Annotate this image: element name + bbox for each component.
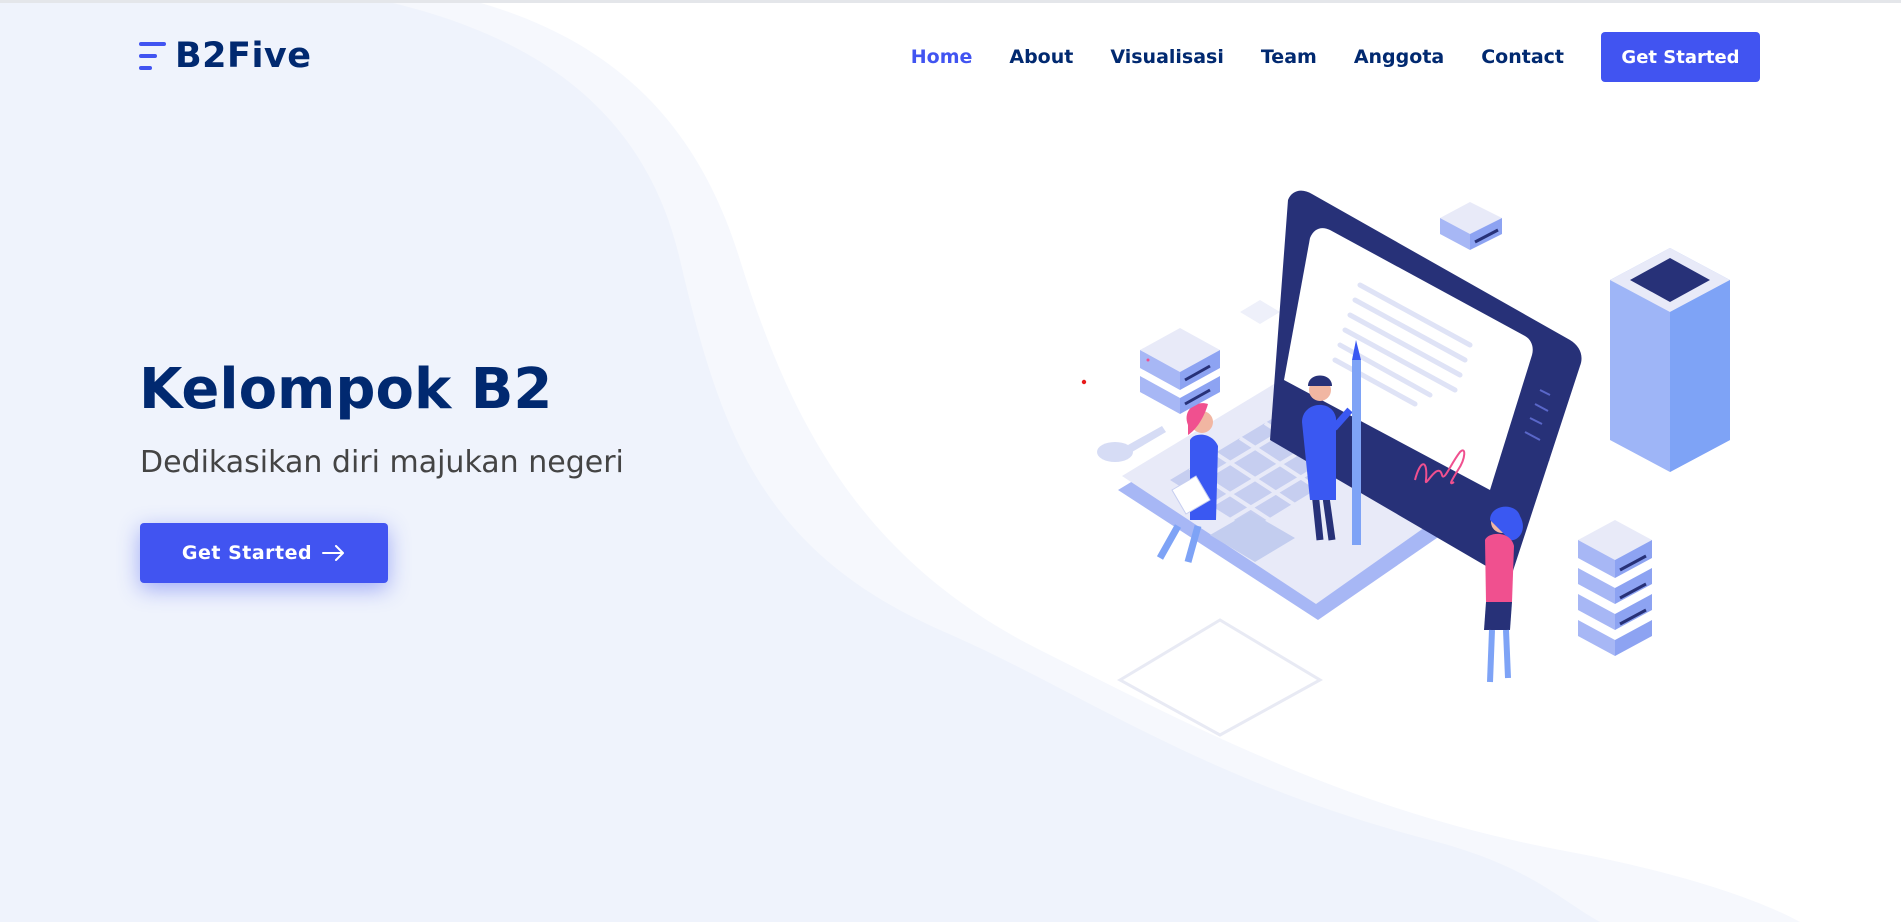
site-header: B2Five Home About Visualisasi Team Anggo… <box>0 3 1901 109</box>
top-border <box>0 0 1901 3</box>
hero-subtitle: Dedikasikan diri majukan negeri <box>140 445 624 480</box>
main-nav: Home About Visualisasi Team Anggota Cont… <box>911 31 1760 83</box>
hero-illustration <box>1081 190 1730 737</box>
server-stack-right <box>1578 520 1652 656</box>
nav-link-visualisasi[interactable]: Visualisasi <box>1110 46 1224 68</box>
nav-link-team[interactable]: Team <box>1261 46 1317 68</box>
red-dot <box>1081 379 1087 385</box>
arrow-right-icon <box>322 545 345 561</box>
giant-pencil <box>1352 340 1361 545</box>
hero-button-label: Get Started <box>181 542 313 564</box>
server-stack-left <box>1140 328 1220 414</box>
server-tower <box>1610 248 1730 472</box>
logo[interactable]: B2Five <box>139 35 312 77</box>
floating-tile <box>1240 300 1280 324</box>
get-started-nav-button[interactable]: Get Started <box>1601 32 1760 82</box>
nav-link-anggota[interactable]: Anggota <box>1354 46 1444 68</box>
nav-link-about[interactable]: About <box>1009 46 1073 68</box>
logo-text: B2Five <box>175 36 312 76</box>
nav-link-home[interactable]: Home <box>911 46 973 68</box>
server-stack-top <box>1440 202 1502 250</box>
nav-link-contact[interactable]: Contact <box>1481 46 1564 68</box>
hero-title: Kelompok B2 <box>139 357 553 422</box>
floor-tile-outline <box>1116 618 1324 737</box>
get-started-hero-button[interactable]: Get Started <box>140 523 388 583</box>
bars-icon <box>139 38 166 74</box>
